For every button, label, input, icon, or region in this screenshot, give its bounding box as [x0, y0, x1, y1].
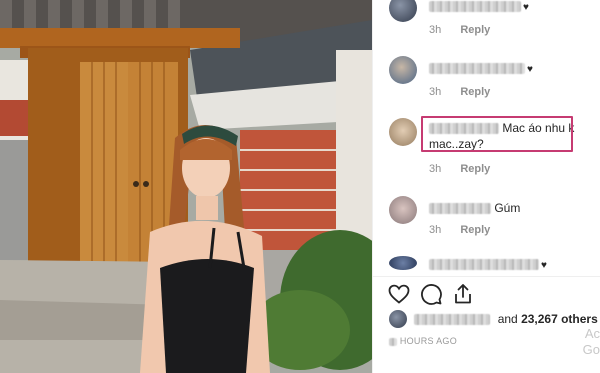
username-blurred[interactable]: [414, 314, 491, 326]
watermark-bottom: Go: [582, 342, 600, 357]
username-blurred[interactable]: [429, 1, 521, 13]
heart-outline-icon[interactable]: [387, 282, 411, 306]
comment-meta: 3h Reply: [429, 86, 490, 98]
comment-time: 3h: [429, 86, 442, 98]
share-upload-icon[interactable]: [451, 282, 475, 306]
comment-time: 3h: [429, 163, 442, 175]
post-timestamp: HOURS AGO: [389, 336, 457, 346]
reply-button[interactable]: Reply: [460, 224, 490, 236]
comment-meta: 3h Reply: [429, 224, 490, 236]
comment-time: 3h: [429, 24, 442, 36]
likes-count[interactable]: 23,267 others: [521, 312, 598, 326]
avatar[interactable]: [389, 196, 417, 224]
comment-text: ♥: [429, 0, 529, 16]
comments-panel: ♥ 3h Reply ♥ 3h Reply Mac áo nhu k mac..…: [372, 0, 600, 373]
heart-emoji: ♥: [541, 260, 547, 271]
heart-emoji: ♥: [527, 64, 533, 75]
heart-emoji: ♥: [523, 2, 529, 13]
comment-time: 3h: [429, 224, 442, 236]
comment-text: ♥: [429, 60, 533, 78]
highlight-box: [421, 116, 573, 152]
timestamp-blurred: [389, 337, 397, 346]
comment-meta: 3h Reply: [429, 163, 490, 175]
reply-button[interactable]: Reply: [460, 163, 490, 175]
liker-avatar[interactable]: [389, 310, 407, 328]
avatar[interactable]: [389, 256, 417, 270]
divider: [373, 276, 600, 277]
comment-bubble-icon[interactable]: [419, 282, 443, 306]
likes-and: and: [497, 312, 518, 326]
likes-summary: and 23,267 others: [389, 310, 599, 328]
avatar[interactable]: [389, 0, 417, 22]
timestamp-text: HOURS AGO: [399, 336, 458, 346]
comment-text: Gúm: [429, 200, 520, 216]
watermark-top: Ac: [584, 326, 600, 341]
reply-button[interactable]: Reply: [460, 86, 490, 98]
username-blurred[interactable]: [429, 259, 539, 271]
comment-body: Gúm: [494, 201, 521, 215]
reply-button[interactable]: Reply: [460, 24, 490, 36]
username-blurred[interactable]: [429, 203, 491, 215]
avatar[interactable]: [389, 118, 417, 146]
photo-image: [0, 0, 372, 373]
post-photo[interactable]: [0, 0, 372, 373]
username-blurred[interactable]: [429, 63, 525, 75]
avatar[interactable]: [389, 56, 417, 84]
comment-meta: 3h Reply: [429, 24, 490, 36]
comment-text: ♥: [429, 256, 547, 274]
